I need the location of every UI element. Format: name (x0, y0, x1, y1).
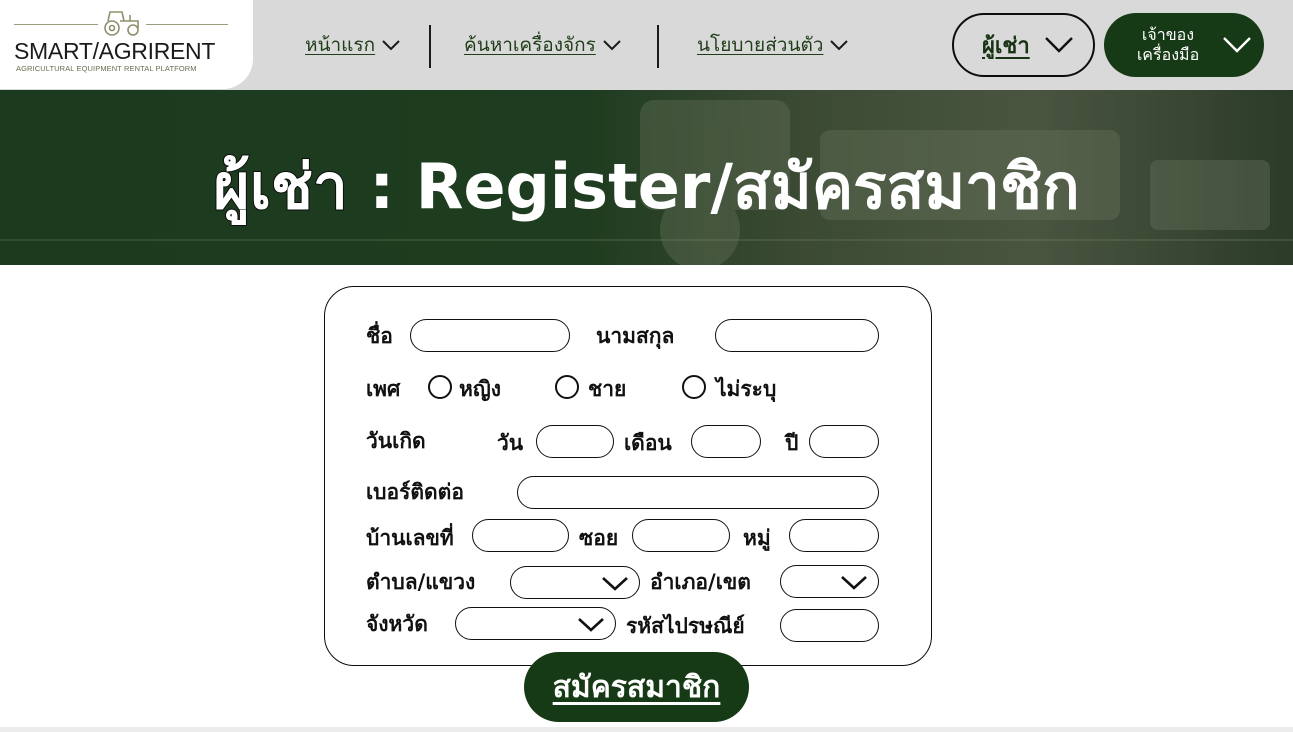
chevron-down-icon (841, 576, 867, 590)
renter-menu-button[interactable]: ผู้เช่า (952, 13, 1095, 77)
province-label: จังหวัด (366, 612, 428, 636)
subdistrict-label: ตำบล/แขวง (366, 570, 476, 594)
nav-home-label: หน้าแรก (305, 34, 376, 56)
chevron-down-icon (578, 618, 604, 632)
chevron-down-icon (382, 40, 400, 51)
nav-home[interactable]: หน้าแรก (305, 30, 401, 60)
page-title-separator: : (347, 150, 416, 223)
soi-input[interactable] (632, 519, 730, 552)
chevron-down-icon (602, 577, 628, 591)
top-navbar: SMART/AGRIRENT AGRICULTURAL EQUIPMENT RE… (0, 0, 1293, 90)
register-submit-label: สมัครสมาชิก (552, 669, 721, 705)
subdistrict-select[interactable] (510, 566, 640, 599)
owner-menu-label: เจ้าของ เครื่องมือ (1126, 25, 1210, 65)
gender-male-radio[interactable] (555, 375, 579, 399)
page-bottom-edge (0, 727, 1293, 732)
page-title-text: Register/สมัครสมาชิก (415, 150, 1080, 223)
postal-code-input[interactable] (780, 609, 879, 642)
owner-menu-label-line1: เจ้าของ (1141, 25, 1195, 44)
logo[interactable]: SMART/AGRIRENT AGRICULTURAL EQUIPMENT RE… (0, 0, 253, 89)
postal-code-label: รหัสไปรษณีย์ (626, 614, 745, 638)
district-label: อำเภอ/เขต (650, 570, 751, 594)
province-select[interactable] (455, 607, 616, 640)
chevron-down-icon (1223, 37, 1251, 53)
chevron-down-icon (603, 40, 621, 51)
renter-menu-label: ผู้เช่า (982, 33, 1030, 59)
logo-divider (14, 24, 98, 25)
logo-divider (146, 24, 228, 25)
last-name-input[interactable] (715, 319, 879, 352)
birthdate-label: วันเกิด (366, 429, 426, 453)
first-name-label: ชื่อ (366, 324, 393, 348)
chevron-down-icon (1044, 37, 1073, 53)
moo-label: หมู่ (743, 526, 771, 550)
page-title: ผู้เช่า : Register/สมัครสมาชิก (0, 138, 1293, 236)
logo-subtitle: AGRICULTURAL EQUIPMENT RENTAL PLATFORM (16, 64, 197, 73)
gender-female-label: หญิง (459, 377, 501, 401)
birth-month-label: เดือน (624, 431, 672, 455)
birth-year-label: ปี (785, 431, 799, 455)
nav-privacy-policy-label: นโยบายส่วนตัว (697, 34, 824, 56)
house-number-label: บ้านเลขที่ (366, 526, 454, 550)
moo-input[interactable] (789, 519, 879, 552)
logo-title: SMART/AGRIRENT (14, 38, 216, 64)
phone-label: เบอร์ติดต่อ (366, 480, 464, 504)
gender-female-radio[interactable] (428, 375, 452, 399)
birth-month-input[interactable] (691, 425, 761, 458)
first-name-input[interactable] (410, 319, 570, 352)
gender-label: เพศ (366, 377, 401, 401)
page-title-role: ผู้เช่า (212, 149, 348, 224)
birth-day-label: วัน (497, 431, 524, 455)
gender-unspecified-label: ไม่ระบุ (716, 377, 777, 401)
owner-menu-label-line2: เครื่องมือ (1136, 45, 1200, 64)
soi-label: ซอย (579, 526, 619, 550)
house-number-input[interactable] (472, 519, 569, 552)
nav-divider (657, 25, 659, 68)
phone-input[interactable] (517, 476, 879, 509)
page-banner: ผู้เช่า : Register/สมัครสมาชิก (0, 90, 1293, 265)
birth-day-input[interactable] (536, 425, 614, 458)
district-select[interactable] (780, 565, 879, 598)
owner-menu-button[interactable]: เจ้าของ เครื่องมือ (1104, 13, 1264, 77)
gender-unspecified-radio[interactable] (682, 375, 706, 399)
register-submit-button[interactable]: สมัครสมาชิก (524, 652, 749, 722)
gender-male-label: ชาย (588, 377, 627, 401)
last-name-label: นามสกุล (596, 324, 675, 348)
chevron-down-icon (830, 40, 849, 51)
nav-privacy-policy[interactable]: นโยบายส่วนตัว (697, 30, 849, 60)
nav-search-machines-label: ค้นหาเครื่องจักร (464, 34, 596, 56)
tractor-icon (104, 11, 139, 36)
nav-divider (429, 25, 431, 68)
birth-year-input[interactable] (809, 425, 879, 458)
nav-search-machines[interactable]: ค้นหาเครื่องจักร (464, 30, 622, 60)
